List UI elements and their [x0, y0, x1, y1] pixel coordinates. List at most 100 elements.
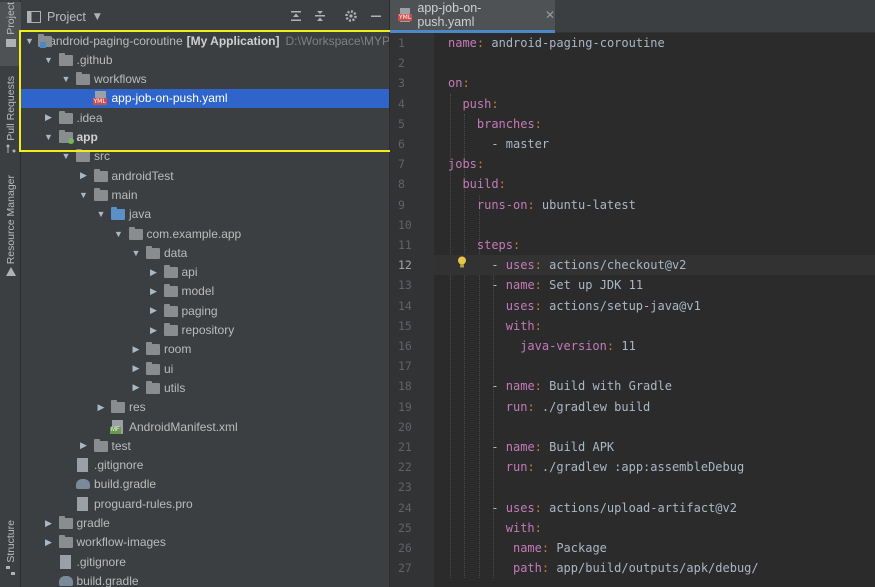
indent-guide: [493, 255, 495, 579]
folder-icon: [58, 535, 74, 549]
chevron-right-icon[interactable]: ▶: [95, 401, 107, 413]
code-area[interactable]: name: android-paging-coroutine on: push: br…: [434, 33, 875, 587]
gear-icon[interactable]: [344, 9, 358, 23]
folder-icon: [58, 110, 74, 125]
line-number: 22: [398, 460, 412, 475]
tree-row[interactable]: .gitignore: [21, 456, 389, 475]
tree-row[interactable]: ▶ res: [21, 398, 389, 417]
tree-row[interactable]: ▶ paging: [21, 301, 389, 320]
tree-row[interactable]: ▶ api: [21, 263, 389, 282]
tree-row-label: .gitignore: [94, 458, 144, 473]
folder-icon: [93, 168, 109, 183]
chevron-down-icon[interactable]: ▼: [25, 35, 34, 47]
tree-row[interactable]: YML app-job-on-push.yaml: [21, 88, 389, 108]
tree-row[interactable]: ▼ main: [21, 185, 389, 204]
project-view-icon: [27, 10, 41, 23]
tree-row[interactable]: build.gradle: [21, 571, 389, 587]
tree-row[interactable]: ▶ utils: [21, 378, 389, 397]
tree-row-label: AndroidManifest.xml: [129, 419, 238, 434]
tree-row[interactable]: ▼ com.example.app: [21, 224, 389, 243]
tree-row[interactable]: ▼ java: [21, 205, 389, 224]
code-line: uses: actions/setup-java@v1: [505, 298, 701, 313]
chevron-right-icon[interactable]: ▶: [148, 324, 160, 336]
tree-row[interactable]: proguard-rules.pro: [21, 494, 389, 513]
line-number: 13: [398, 278, 412, 293]
line-number: 7: [398, 157, 405, 172]
chevron-right-icon[interactable]: ▶: [148, 266, 160, 278]
tree-row[interactable]: ▼ src: [21, 147, 389, 166]
chevron-down-icon[interactable]: ▼: [60, 73, 72, 85]
tree-row[interactable]: ▶ ui: [21, 359, 389, 378]
code-line: - name: Build with Gradle: [491, 379, 672, 394]
folder-icon: [163, 284, 179, 298]
tree-row[interactable]: ▶ test: [21, 436, 389, 455]
chevron-right-icon[interactable]: ▶: [148, 285, 160, 297]
tree-row[interactable]: ▼ data: [21, 243, 389, 262]
tool-tab-project[interactable]: Project: [0, 2, 21, 66]
editor-tab-yaml[interactable]: YML app-job-on-push.yaml ✕: [390, 0, 555, 33]
chevron-down-icon[interactable]: ▼: [113, 228, 125, 240]
tree-row[interactable]: ▼ workflows: [21, 70, 389, 89]
tree-row-label: app: [76, 130, 98, 144]
lightbulb-icon[interactable]: [457, 256, 467, 268]
tree-row[interactable]: ▶ workflow-images: [21, 533, 389, 552]
tree-row[interactable]: ▶ androidTest: [21, 166, 389, 185]
tree-row[interactable]: ▶ gradle: [21, 514, 389, 533]
chevron-right-icon[interactable]: ▶: [130, 382, 142, 394]
tree-row-label: .idea: [76, 110, 103, 125]
code-line: - name: Set up JDK 11: [491, 278, 644, 293]
chevron-right-icon[interactable]: ▶: [148, 305, 160, 317]
tree-row-label: build.gradle: [76, 573, 139, 587]
tool-tab-structure[interactable]: Structure: [0, 520, 21, 575]
tree-row-label: .gitignore: [76, 554, 126, 569]
line-number: 17: [398, 359, 412, 374]
tool-tab-resource-manager[interactable]: Resource Manager: [0, 175, 21, 277]
chevron-right-icon[interactable]: ▶: [43, 536, 55, 548]
close-icon[interactable]: ✕: [545, 8, 555, 22]
code-line: branches:: [476, 116, 542, 131]
code-line: with:: [505, 318, 542, 333]
tree-row[interactable]: .gitignore: [21, 552, 389, 571]
chevron-down-icon[interactable]: ▼: [43, 54, 55, 66]
tree-row-label: model: [181, 284, 215, 299]
chevron-down-icon[interactable]: ▼: [78, 189, 90, 201]
xml-file-icon: MF: [110, 419, 126, 434]
tree-row-label: gradle: [76, 516, 110, 530]
tree-row[interactable]: ▼ android-paging-coroutine [My Application…: [21, 31, 389, 50]
chevron-down-icon[interactable]: ▼: [60, 150, 72, 162]
tree-row[interactable]: build.gradle: [21, 475, 389, 494]
collapse-all-icon[interactable]: [313, 9, 327, 23]
line-number: 9: [398, 197, 405, 212]
chevron-down-icon[interactable]: ▼: [43, 131, 55, 143]
chevron-down-icon[interactable]: ▼: [95, 208, 107, 220]
tree-row-label: repository: [181, 323, 235, 337]
chevron-down-icon[interactable]: ▼: [94, 12, 101, 22]
chevron-right-icon[interactable]: ▶: [130, 343, 142, 355]
gradle-file-icon: [58, 574, 74, 587]
chevron-right-icon[interactable]: ▶: [43, 517, 55, 529]
code-line: java-version: 11: [520, 339, 636, 353]
chevron-right-icon[interactable]: ▶: [130, 363, 142, 375]
tree-row[interactable]: MF AndroidManifest.xml: [21, 417, 389, 436]
code-line: run: ./gradlew :app:assembleDebug: [505, 460, 745, 475]
chevron-right-icon[interactable]: ▶: [78, 170, 90, 182]
tree-row[interactable]: ▼ .github: [21, 50, 389, 69]
chevron-right-icon[interactable]: ▶: [78, 440, 90, 452]
tree-row-label: main: [111, 187, 138, 202]
tree-row[interactable]: ▶ repository: [21, 321, 389, 340]
tree-row[interactable]: ▼ app: [21, 128, 389, 147]
tree-row[interactable]: ▶ model: [21, 282, 389, 301]
tool-tab-pull-requests[interactable]: Pull Requests: [0, 76, 21, 153]
tree-row[interactable]: ▶ room: [21, 340, 389, 359]
chevron-right-icon[interactable]: ▶: [43, 112, 55, 124]
tree-row[interactable]: ▶ .idea: [21, 108, 389, 127]
chevron-down-icon[interactable]: ▼: [130, 247, 142, 259]
folder-icon: [145, 380, 161, 395]
project-view-selector[interactable]: Project: [47, 10, 86, 24]
minimize-icon[interactable]: [369, 9, 383, 23]
structure-icon: [5, 565, 15, 575]
expand-all-icon[interactable]: [289, 9, 303, 23]
tree-row-label: api: [181, 265, 198, 280]
